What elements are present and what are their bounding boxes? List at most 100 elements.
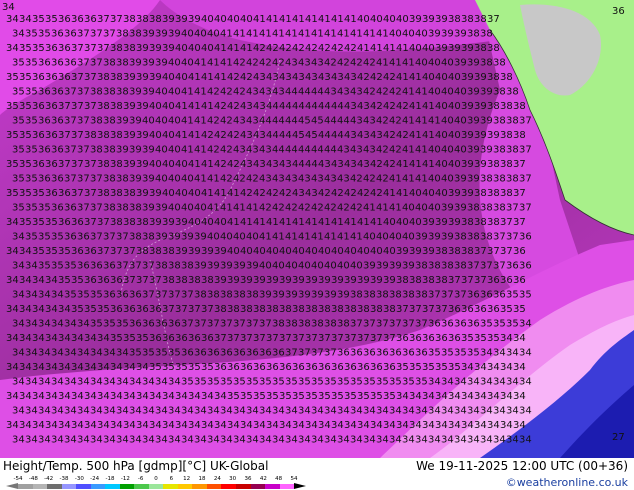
contour-label: 40 (441, 174, 454, 185)
contour-label: 39 (415, 232, 428, 243)
contour-label: 35 (25, 58, 38, 69)
contour-label: 43 (292, 72, 305, 83)
contour-label: 34 (25, 290, 38, 301)
contour-label: 43 (324, 174, 337, 185)
contour-label: 37 (110, 246, 123, 257)
contour-label: 44 (324, 116, 337, 127)
weather-map[interactable]: 34 34 35 35 36 36 36 37 37 38 38 38 39 39 39 40 40 40 40 41… (0, 0, 634, 458)
contour-label: 37 (155, 290, 168, 301)
credit-link[interactable]: ©weatheronline.co.uk (506, 476, 628, 489)
contour-label: 39 (220, 261, 233, 272)
contour-label: 35 (422, 362, 435, 373)
contour-label: 34 (415, 406, 428, 417)
contour-label: 35 (77, 290, 90, 301)
contour-label: 43 (318, 72, 331, 83)
contour-label: 40 (422, 188, 435, 199)
contour-label: 38 (266, 304, 279, 315)
contour-label: 34 (32, 391, 45, 402)
contour-label: 34 (428, 377, 441, 388)
colorbar-tick-label: 48 (275, 476, 283, 482)
contour-label: 37 (331, 333, 344, 344)
contour-label: 40 (415, 29, 428, 40)
contour-label: 39 (123, 159, 136, 170)
contour-label: 41 (181, 87, 194, 98)
contour-label: 39 (155, 58, 168, 69)
contour-label: 38 (246, 290, 259, 301)
contour-label: 34 (90, 435, 103, 446)
contour-label: 34 (435, 391, 448, 402)
contour-label: 41 (201, 72, 214, 83)
contour-label: 35 (467, 348, 480, 359)
contour-label: 34 (19, 420, 32, 431)
contour-label: 37 (389, 319, 402, 330)
contour-label: 41 (422, 101, 435, 112)
contour-label: 37 (285, 348, 298, 359)
contour-label: 42 (337, 203, 350, 214)
contour-label: 36 (58, 217, 71, 228)
contour-label: 39 (240, 275, 253, 286)
contour-label: 35 (149, 362, 162, 373)
contour-label: 35 (435, 362, 448, 373)
contour-label: 39 (467, 116, 480, 127)
contour-label: 37 (116, 232, 129, 243)
contour-label: 34 (6, 420, 19, 431)
contour-label: 41 (396, 188, 409, 199)
contour-label: 36 (162, 333, 175, 344)
contour-label: 39 (474, 159, 487, 170)
contour-label: 38 (422, 275, 435, 286)
contour-label: 34 (461, 420, 474, 431)
contour-label: 40 (285, 261, 298, 272)
contour-label: 40 (441, 116, 454, 127)
contour-label: 39 (454, 29, 467, 40)
contour-label: 39 (448, 217, 461, 228)
contour-label: 40 (227, 14, 240, 25)
contour-label: 35 (25, 116, 38, 127)
contour-label: 39 (155, 29, 168, 40)
contour-label: 38 (415, 261, 428, 272)
contour-label: 37 (175, 304, 188, 315)
contour-label: 37 (220, 319, 233, 330)
contour-label: 35 (51, 261, 64, 272)
contour-label: 34 (136, 362, 149, 373)
contour-label: 37 (344, 333, 357, 344)
contour-label: 37 (58, 130, 71, 141)
contour-label: 43 (279, 72, 292, 83)
contour-label: 42 (214, 159, 227, 170)
contour-label: 36 (428, 319, 441, 330)
contour-label: 41 (201, 101, 214, 112)
contour-label: 37 (97, 217, 110, 228)
contour-label: 39 (467, 87, 480, 98)
contour-label: 42 (383, 130, 396, 141)
contour-label: 44 (331, 130, 344, 141)
contour-label: 39 (181, 232, 194, 243)
contour-label: 40 (428, 174, 441, 185)
contour-label: 35 (233, 377, 246, 388)
contour-label: 40 (259, 261, 272, 272)
contour-label: 34 (409, 391, 422, 402)
contour-label: 34 (77, 435, 90, 446)
contour-label: 41 (207, 58, 220, 69)
contour-label: 38 (370, 304, 383, 315)
contour-label: 34 (259, 435, 272, 446)
contour-label: 42 (363, 87, 376, 98)
contour-label: 34 (402, 435, 415, 446)
contour-label: 34 (90, 348, 103, 359)
contour-label: 34 (331, 420, 344, 431)
contour-label: 38 (474, 43, 487, 54)
contour-label: 37 (71, 43, 84, 54)
contour-label: 36 (103, 261, 116, 272)
contour-label: 39 (422, 217, 435, 228)
contour-label: 41 (409, 159, 422, 170)
colorbar-swatch (47, 484, 62, 489)
contour-label: 38 (363, 290, 376, 301)
contour-label: 37 (136, 275, 149, 286)
contour-label: 34 (103, 348, 116, 359)
contour-label: 41 (214, 72, 227, 83)
contour-label: 34 (19, 275, 32, 286)
contour-label: 40 (415, 203, 428, 214)
contour-label: 41 (207, 203, 220, 214)
contour-label: 35 (32, 188, 45, 199)
contour-label: 39 (454, 58, 467, 69)
contour-label: 37 (519, 116, 532, 127)
contour-label: 39 (461, 159, 474, 170)
